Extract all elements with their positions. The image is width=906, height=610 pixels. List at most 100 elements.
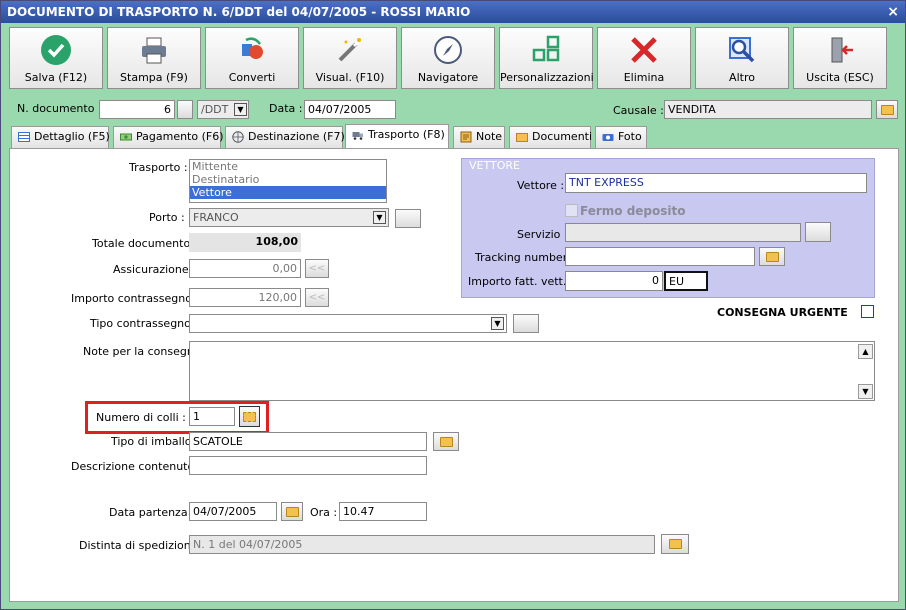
tab-documenti[interactable]: Documenti [509, 126, 593, 148]
data-partenza-folder-button[interactable] [281, 502, 303, 521]
tipo-contrassegno-label: Tipo contrassegno : [90, 317, 199, 330]
tab-destinazione[interactable]: Destinazione (F7) [225, 126, 345, 148]
ora-field[interactable]: 10.47 [339, 502, 427, 521]
more-button[interactable]: Altro [695, 27, 789, 89]
tipo-contrassegno-select[interactable] [189, 314, 507, 333]
visual-button-label: Visual. (F10) [315, 71, 385, 84]
folder-icon [881, 105, 894, 115]
consegna-urgente-checkbox[interactable] [861, 305, 874, 318]
distinta-field[interactable]: N. 1 del 04/07/2005 [189, 535, 655, 554]
servizio-button[interactable] [805, 222, 831, 242]
valuta-field[interactable]: EU [664, 271, 708, 291]
document-window: DOCUMENTO DI TRASPORTO N. 6/DDT del 04/0… [0, 0, 906, 610]
assicurazione-field[interactable]: 0,00 [189, 259, 301, 278]
serie-dropdown-icon[interactable]: ▼ [234, 103, 247, 116]
tracking-label: Tracking number : [475, 251, 575, 264]
magic-wand-icon [338, 38, 361, 62]
data-partenza-label: Data partenza : [109, 506, 195, 519]
tab-pagamento-label: Pagamento (F6) [136, 130, 224, 143]
imballo-label: Tipo di imballo : [111, 435, 199, 448]
tab-trasporto-label: Trasporto (F8) [368, 128, 445, 141]
causale-field[interactable]: VENDITA [664, 100, 872, 119]
fermo-deposito-label: Fermo deposito [580, 204, 686, 218]
scroll-up-icon[interactable]: ▲ [858, 344, 873, 359]
tipo-contrassegno-button[interactable] [513, 314, 539, 333]
scroll-down-icon[interactable]: ▼ [858, 384, 873, 399]
colli-field[interactable]: 1 [189, 407, 235, 426]
printer-icon [142, 37, 166, 64]
vettore-field[interactable]: TNT EXPRESS [565, 173, 867, 193]
table-icon [18, 132, 30, 142]
title-bar: DOCUMENTO DI TRASPORTO N. 6/DDT del 04/0… [1, 1, 905, 23]
magnifier-icon [729, 37, 755, 63]
descrizione-field[interactable] [189, 456, 427, 475]
serie-value: /DDT [201, 103, 229, 116]
imballo-field[interactable]: SCATOLE [189, 432, 427, 451]
porto-select[interactable]: FRANCO [189, 208, 389, 227]
list-item-vettore[interactable]: Vettore [190, 186, 386, 199]
fermo-deposito-checkbox[interactable] [565, 204, 578, 217]
n-documento-label: N. documento : [17, 102, 102, 115]
convert-button-label: Converti [228, 71, 276, 84]
list-item-mittente[interactable]: Mittente [190, 160, 386, 173]
print-button[interactable]: Stampa (F9) [107, 27, 201, 89]
exit-button-label: Uscita (ESC) [806, 71, 874, 84]
totale-value: 108,00 [189, 233, 301, 252]
money-icon [120, 133, 132, 141]
save-button[interactable]: Salva (F12) [9, 27, 103, 89]
trasporto-label: Trasporto : [129, 161, 188, 174]
exit-door-icon [831, 37, 853, 63]
importo-vettore-field[interactable]: 0 [565, 271, 663, 291]
tab-note[interactable]: Note [453, 126, 505, 148]
truck-icon [352, 132, 363, 140]
contrassegno-field[interactable]: 120,00 [189, 288, 301, 307]
distinta-folder-button[interactable] [661, 534, 689, 554]
navigator-button[interactable]: Navigatore [401, 27, 495, 89]
servizio-label: Servizio : [517, 228, 568, 241]
colli-label: Numero di colli : [96, 411, 186, 424]
note-textarea[interactable]: ▲ ▼ [189, 341, 875, 401]
delete-button[interactable]: Elimina [597, 27, 691, 89]
grid-squares-icon [532, 35, 560, 62]
distinta-label: Distinta di spedizione : [79, 539, 205, 552]
porto-button[interactable] [395, 209, 421, 228]
convert-button[interactable]: Converti [205, 27, 299, 89]
tracking-folder-button[interactable] [759, 247, 785, 266]
list-item-destinatario[interactable]: Destinatario [190, 173, 386, 186]
tab-dettaglio[interactable]: Dettaglio (F5) [11, 126, 110, 148]
colli-folder-button[interactable] [239, 406, 260, 427]
assicurazione-arrow-button[interactable]: << [305, 259, 329, 278]
close-icon[interactable]: × [887, 1, 899, 23]
tracking-field[interactable] [565, 247, 755, 266]
n-documento-field[interactable]: 6 [99, 100, 175, 119]
tab-foto-label: Foto [618, 130, 642, 143]
tab-bar: Dettaglio (F5) Pagamento (F6) Destinazio… [11, 124, 891, 148]
folder-icon [766, 252, 779, 262]
check-circle-icon [41, 35, 71, 65]
imballo-folder-button[interactable] [433, 432, 459, 451]
contrassegno-arrow-button[interactable]: << [305, 288, 329, 307]
exit-button[interactable]: Uscita (ESC) [793, 27, 887, 89]
servizio-field[interactable] [565, 223, 801, 242]
delete-button-label: Elimina [623, 71, 665, 84]
tab-trasporto[interactable]: Trasporto (F8) [345, 124, 449, 148]
camera-icon [602, 134, 614, 141]
customize-button[interactable]: Personalizzazioni [499, 27, 594, 89]
convert-icon [242, 37, 263, 59]
trasporto-listbox[interactable]: Mittente Destinatario Vettore [189, 159, 387, 203]
n-documento-button[interactable] [177, 100, 193, 119]
tipo-contrassegno-dropdown-icon[interactable]: ▼ [491, 317, 504, 330]
data-partenza-field[interactable]: 04/07/2005 [189, 502, 277, 521]
toolbar: Salva (F12) Stampa (F9) Converti Visual.… [9, 27, 899, 89]
tab-pagamento[interactable]: Pagamento (F6) [113, 126, 224, 148]
contrassegno-arrow-label: << [308, 292, 326, 303]
porto-dropdown-icon[interactable]: ▼ [373, 211, 386, 224]
tab-destinazione-label: Destinazione (F7) [248, 130, 345, 143]
tab-foto[interactable]: Foto [595, 126, 647, 148]
importo-vettore-label: Importo fatt. vett. [468, 275, 567, 288]
porto-label: Porto : [149, 211, 185, 224]
tab-documenti-label: Documenti [532, 130, 593, 143]
data-field[interactable]: 04/07/2005 [304, 100, 396, 119]
visual-button[interactable]: Visual. (F10) [303, 27, 397, 89]
causale-folder-button[interactable] [876, 100, 898, 119]
